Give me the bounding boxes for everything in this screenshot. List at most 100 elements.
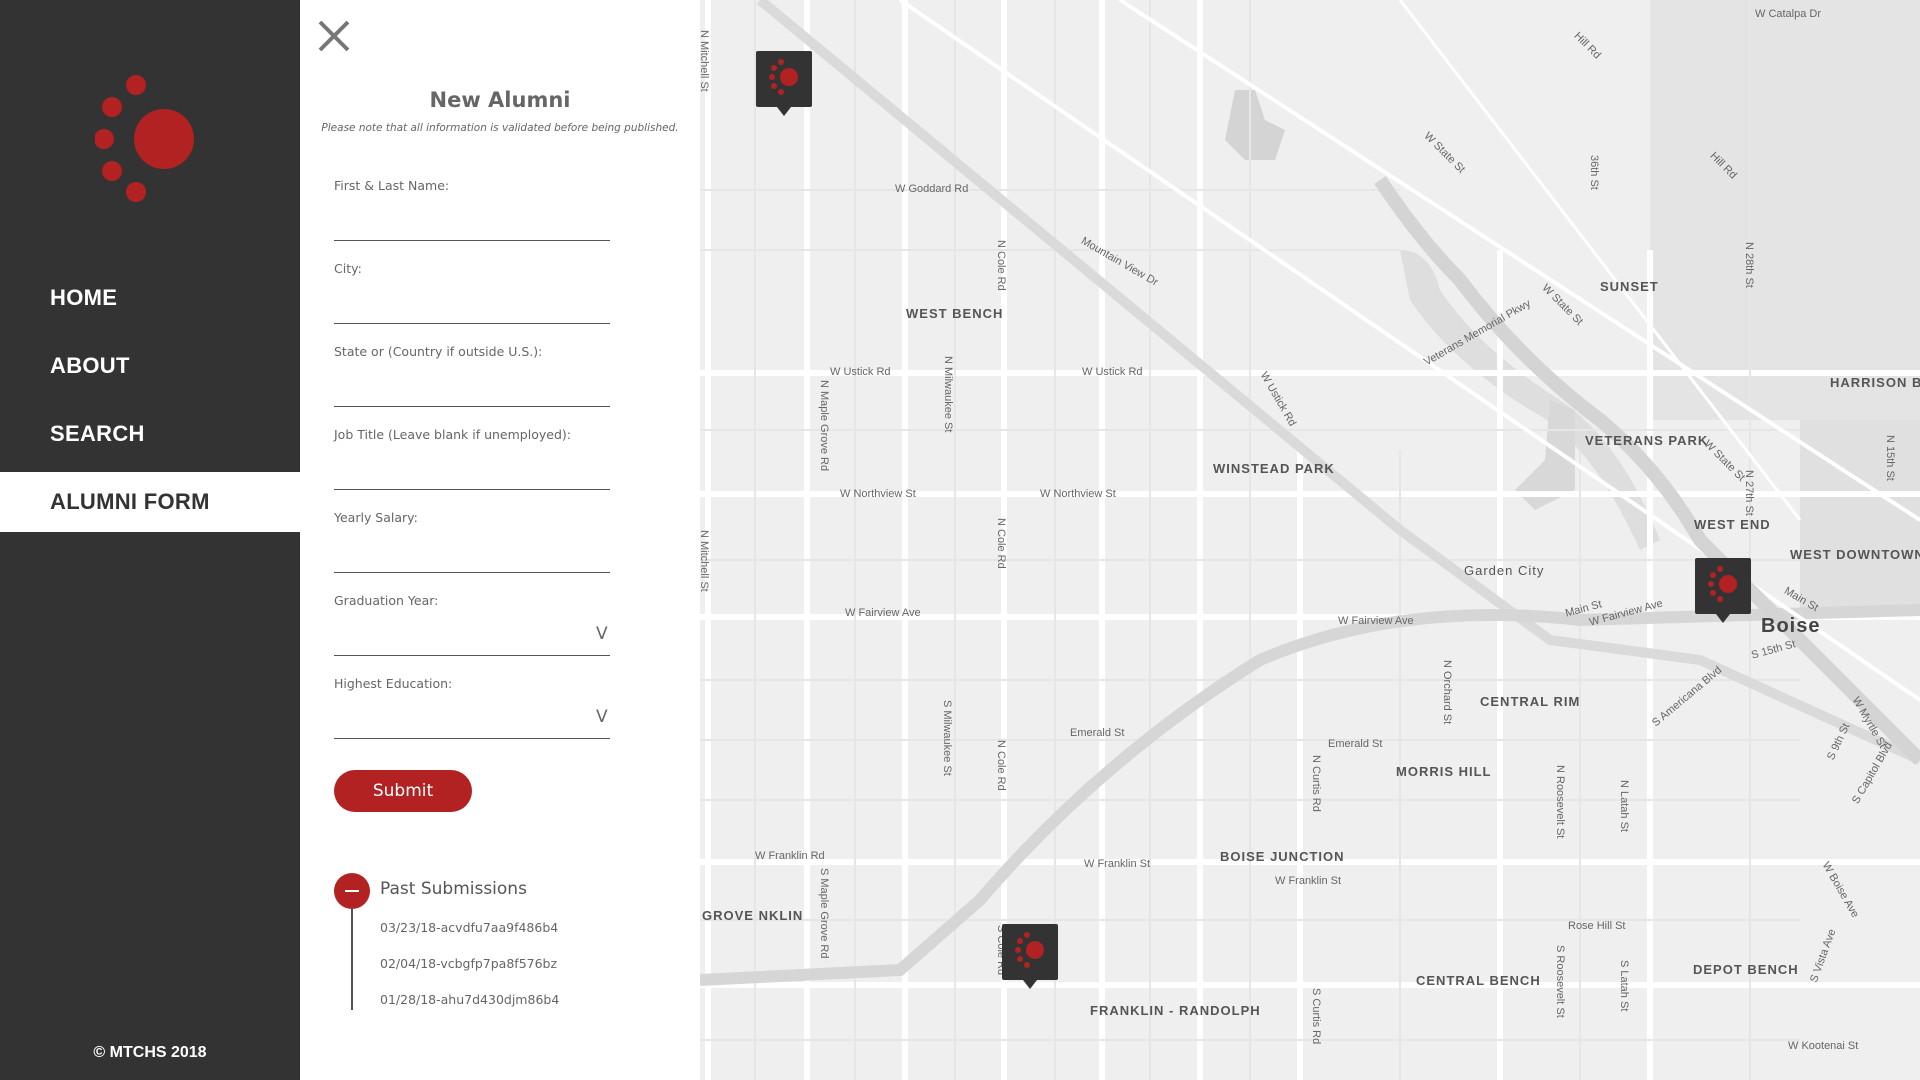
neighborhood-label: SUNSET xyxy=(1600,279,1659,294)
street-label: N Mitchell St xyxy=(700,30,710,92)
submit-button[interactable]: Submit xyxy=(334,770,472,812)
close-icon xyxy=(318,20,350,52)
state-field[interactable] xyxy=(334,376,614,408)
logo xyxy=(94,70,205,210)
street-label: N Curtis Rd xyxy=(1310,755,1322,812)
street-label: W Goddard Rd xyxy=(895,183,969,195)
street-label: N Cole Rd xyxy=(995,240,1007,291)
name-field[interactable] xyxy=(334,210,614,242)
neighborhood-label: HARRISON BOULEVARD xyxy=(1830,375,1920,390)
street-label: W Franklin St xyxy=(1084,858,1151,870)
neighborhood-label: WEST BENCH xyxy=(906,306,1004,321)
neighborhood-label: GROVE NKLIN xyxy=(702,909,802,922)
neighborhood-label: Garden City xyxy=(1464,563,1545,578)
nav-alumni-form[interactable]: ALUMNI FORM xyxy=(0,472,300,532)
city-underline xyxy=(334,323,610,324)
past-submission-item[interactable]: 01/28/18-ahu7d430djm86b4 xyxy=(380,992,559,1007)
street-label: N 28th St xyxy=(1743,242,1755,288)
logo-icon xyxy=(1708,566,1737,602)
map-marker[interactable] xyxy=(756,51,812,121)
name-underline xyxy=(334,240,610,241)
salary-label: Yearly Salary: xyxy=(334,510,418,525)
street-label: W Northview St xyxy=(1040,488,1116,500)
street-label: W Franklin Rd xyxy=(755,850,825,862)
neighborhood-label: WEST DOWNTOWN xyxy=(1790,547,1920,562)
job-title-label: Job Title (Leave blank if unemployed): xyxy=(334,427,571,442)
street-label: N Roosevelt St xyxy=(1554,765,1566,839)
street-label: S Curtis Rd xyxy=(1310,988,1322,1045)
street-label: S Roosevelt St xyxy=(1554,945,1566,1018)
collapse-toggle-minus-icon[interactable] xyxy=(334,873,370,909)
education-underline xyxy=(334,738,610,739)
neighborhood-label: CENTRAL RIM xyxy=(1480,694,1581,709)
street-label: W Fairview Ave xyxy=(845,607,921,619)
salary-field[interactable] xyxy=(334,542,614,574)
street-label: Emerald St xyxy=(1070,727,1125,739)
alumni-form-panel: New Alumni Please note that all informat… xyxy=(300,0,700,1080)
neighborhood-label: VETERANS PARK xyxy=(1585,433,1709,448)
street-label: 36th St xyxy=(1588,155,1600,190)
street-label: W Fairview Ave xyxy=(1338,615,1414,627)
street-label: W Ustick Rd xyxy=(1082,366,1143,378)
neighborhood-label: BOISE JUNCTION xyxy=(1220,849,1345,864)
map-marker[interactable] xyxy=(1002,924,1058,994)
street-label: S Latah St xyxy=(1618,960,1630,1012)
neighborhood-label: FRANKLIN - RANDOLPH xyxy=(1090,1003,1261,1018)
map-roads xyxy=(700,0,1920,1080)
logo-icon xyxy=(769,59,798,95)
street-label: W Catalpa Dr xyxy=(1755,8,1822,20)
education-label: Highest Education: xyxy=(334,676,453,691)
neighborhood-label: MORRIS HILL xyxy=(1396,764,1492,779)
map[interactable]: WEST BENCH SUNSET HARRISON BOULEVARD WIN… xyxy=(700,0,1920,1080)
state-label: State or (Country if outside U.S.): xyxy=(334,344,543,359)
chevron-down-icon[interactable]: V xyxy=(596,707,608,727)
form-title: New Alumni xyxy=(429,88,571,112)
job-title-underline xyxy=(334,489,610,490)
city-label: City: xyxy=(334,261,362,276)
sidebar: HOME ABOUT SEARCH ALUMNI FORM © MTCHS 20… xyxy=(0,0,300,1080)
neighborhood-label: WEST END xyxy=(1694,517,1771,532)
logo-icon xyxy=(1015,932,1044,968)
city-label: Boise xyxy=(1761,615,1821,637)
street-label: N Latah St xyxy=(1618,780,1630,832)
form-note: Please note that all information is vali… xyxy=(321,122,679,134)
map-marker[interactable] xyxy=(1695,558,1751,628)
nav-home[interactable]: HOME xyxy=(0,268,300,328)
street-label: W Kootenai St xyxy=(1788,1040,1859,1052)
salary-underline xyxy=(334,572,610,573)
nav-about[interactable]: ABOUT xyxy=(0,336,300,396)
graduation-year-underline xyxy=(334,655,610,656)
street-label: N Mitchell St xyxy=(700,530,710,592)
graduation-year-label: Graduation Year: xyxy=(334,593,439,608)
past-submissions-title: Past Submissions xyxy=(380,879,527,899)
street-label: N Cole Rd xyxy=(995,740,1007,791)
street-label: S Maple Grove Rd xyxy=(818,868,830,959)
street-label: N Cole Rd xyxy=(995,518,1007,569)
graduation-year-select[interactable] xyxy=(334,625,610,655)
street-label: N Orchard St xyxy=(1441,660,1453,725)
street-label: Emerald St xyxy=(1328,738,1383,750)
city-field[interactable] xyxy=(334,293,614,325)
neighborhood-label: WINSTEAD PARK xyxy=(1213,461,1335,476)
timeline-line xyxy=(351,908,353,1010)
street-label: N 27th St xyxy=(1743,470,1755,516)
past-submission-item[interactable]: 03/23/18-acvdfu7aa9f486b4 xyxy=(380,920,558,935)
state-underline xyxy=(334,406,610,407)
chevron-down-icon[interactable]: V xyxy=(596,624,608,644)
name-label: First & Last Name: xyxy=(334,178,450,193)
close-button[interactable] xyxy=(316,18,352,54)
job-title-field[interactable] xyxy=(334,459,614,491)
street-label: N 15th St xyxy=(1884,435,1896,481)
street-label: W Northview St xyxy=(840,488,916,500)
street-label: W Franklin St xyxy=(1275,875,1342,887)
nav-search[interactable]: SEARCH xyxy=(0,404,300,464)
neighborhood-label: CENTRAL BENCH xyxy=(1416,973,1541,988)
neighborhood-label: DEPOT BENCH xyxy=(1693,962,1799,977)
street-label: W Ustick Rd xyxy=(830,366,891,378)
street-label: N Milwaukee St xyxy=(942,356,954,433)
education-select[interactable] xyxy=(334,708,610,738)
street-label: Rose Hill St xyxy=(1568,920,1626,932)
street-label: S Milwaukee St xyxy=(941,700,953,776)
past-submission-item[interactable]: 02/04/18-vcbgfp7pa8f576bz xyxy=(380,956,557,971)
copyright-footer: © MTCHS 2018 xyxy=(93,1044,207,1061)
